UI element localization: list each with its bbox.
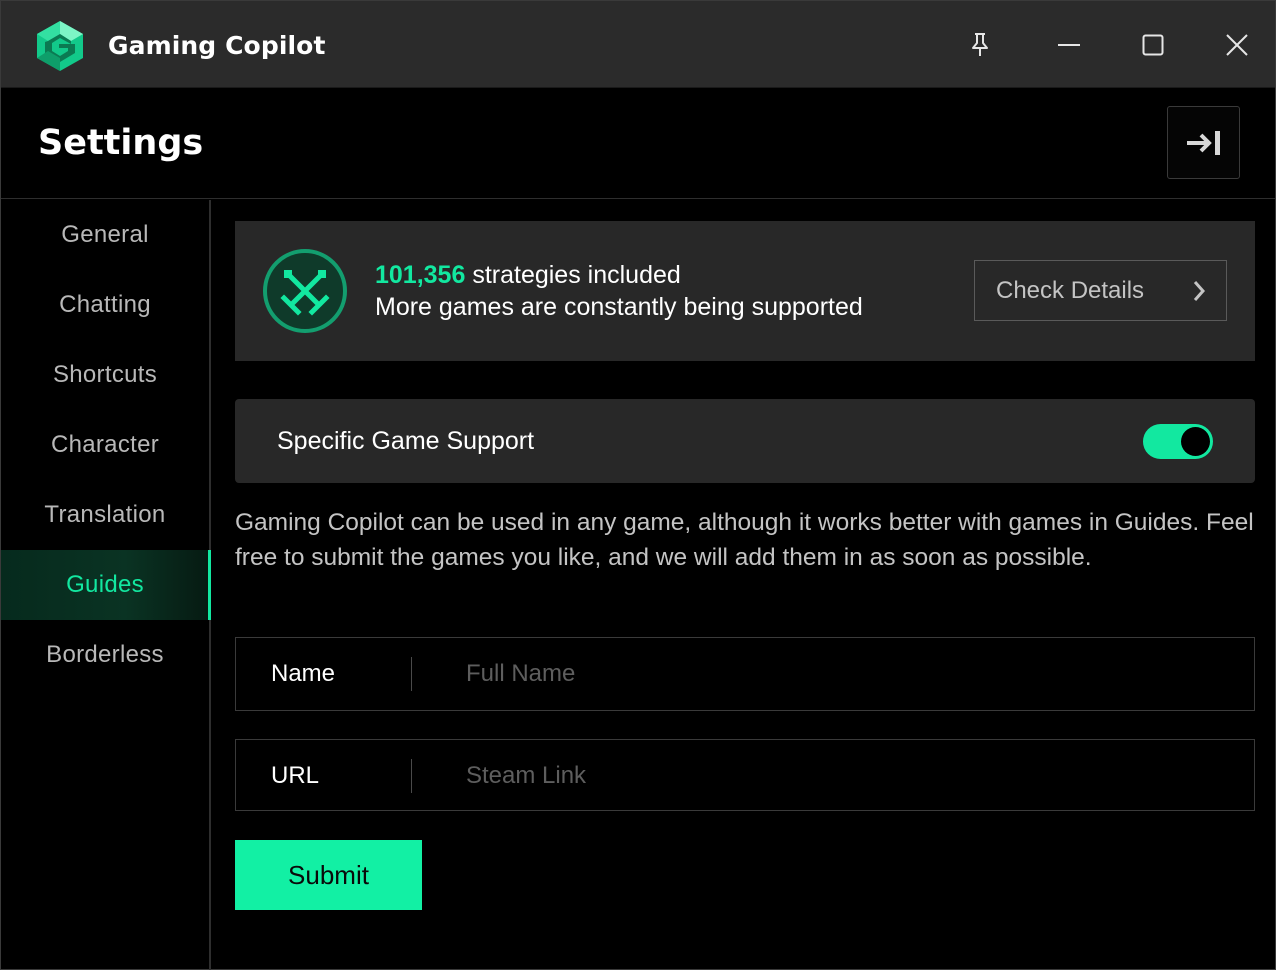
sidebar-item-label: Translation	[44, 501, 166, 528]
minimize-icon	[1058, 44, 1080, 46]
sidebar-item-general[interactable]: General	[1, 200, 209, 270]
close-button[interactable]	[1215, 23, 1259, 67]
maximize-button[interactable]	[1131, 23, 1175, 67]
sidebar-item-borderless[interactable]: Borderless	[1, 620, 209, 690]
sidebar-item-translation[interactable]: Translation	[1, 480, 209, 550]
settings-header: Settings	[1, 88, 1275, 199]
guides-description: Gaming Copilot can be used in any game, …	[235, 509, 1254, 571]
sidebar-item-label: Guides	[66, 571, 144, 598]
settings-sidebar: General Chatting Shortcuts Character Tra…	[1, 200, 211, 970]
strategies-count: 101,356	[375, 261, 466, 289]
app-title: Gaming Copilot	[108, 31, 326, 60]
app-window: Gaming Copilot Settings General Chatting…	[0, 0, 1276, 970]
name-field: Name	[235, 637, 1255, 711]
specific-game-support-row: Specific Game Support	[235, 399, 1255, 483]
toggle-knob	[1181, 427, 1210, 456]
sidebar-item-guides[interactable]: Guides	[1, 550, 211, 620]
crossed-swords-icon	[263, 249, 347, 333]
minimize-button[interactable]	[1047, 23, 1091, 67]
close-icon	[1226, 34, 1248, 56]
title-bar: Gaming Copilot	[1, 1, 1275, 88]
sidebar-item-label: Borderless	[46, 641, 164, 668]
sidebar-item-label: General	[61, 221, 149, 248]
pin-button[interactable]	[958, 23, 1002, 67]
submit-button[interactable]: Submit	[235, 840, 422, 910]
sidebar-item-label: Chatting	[59, 291, 151, 318]
check-details-button[interactable]: Check Details	[974, 260, 1227, 321]
collapse-panel-icon	[1186, 130, 1220, 155]
collapse-panel-button[interactable]	[1167, 106, 1240, 179]
name-input[interactable]	[466, 652, 1236, 696]
name-field-label: Name	[271, 660, 336, 687]
page-title: Settings	[38, 123, 204, 163]
sidebar-item-label: Character	[50, 431, 160, 458]
chevron-right-icon	[1193, 281, 1206, 301]
specific-game-support-toggle[interactable]	[1143, 424, 1213, 459]
field-divider	[411, 657, 412, 691]
sidebar-item-shortcuts[interactable]: Shortcuts	[1, 340, 209, 410]
pin-icon	[972, 33, 988, 56]
url-field-label: URL	[271, 762, 320, 789]
specific-game-support-label: Specific Game Support	[277, 427, 535, 455]
strategies-count-suffix: strategies included	[465, 261, 681, 289]
field-divider	[411, 759, 412, 793]
gaming-copilot-logo-icon	[37, 21, 83, 71]
check-details-label: Check Details	[996, 276, 1145, 304]
maximize-icon	[1142, 34, 1164, 56]
url-input[interactable]	[466, 754, 1236, 798]
banner-subtitle: More games are constantly being supporte…	[375, 293, 863, 321]
sidebar-item-chatting[interactable]: Chatting	[1, 270, 209, 340]
strategies-banner: 101,356 strategies included More games a…	[235, 221, 1255, 361]
sidebar-item-character[interactable]: Character	[1, 410, 209, 480]
sidebar-item-label: Shortcuts	[52, 361, 158, 388]
strategies-count-text: 101,356 strategies included	[375, 261, 681, 290]
url-field: URL	[235, 739, 1255, 811]
